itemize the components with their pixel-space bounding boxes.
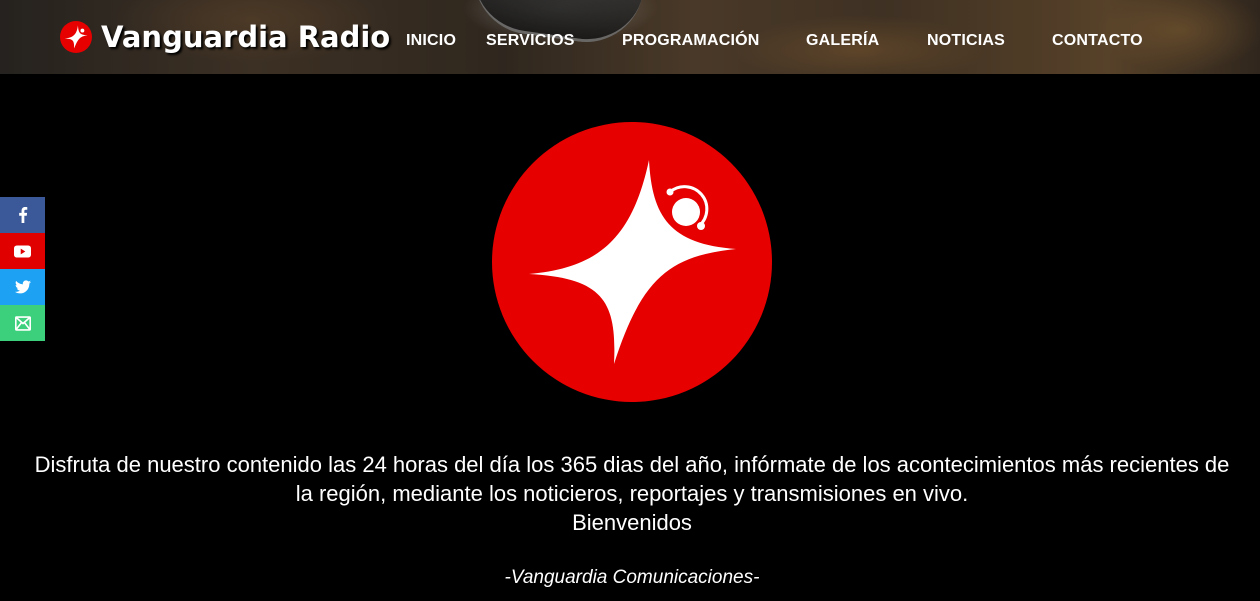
social-share-bar (0, 197, 45, 341)
nav-item-servicios[interactable]: SERVICIOS (486, 32, 575, 50)
nav-item-noticias[interactable]: NOTICIAS (927, 32, 1005, 50)
nav-item-contacto[interactable]: CONTACTO (1052, 32, 1143, 50)
brand[interactable]: Vanguardia Radio (60, 20, 390, 54)
youtube-icon (14, 244, 31, 258)
page: Vanguardia Radio INICIO SERVICIOS PROGRA… (0, 0, 1260, 601)
description-text: Disfruta de nuestro contenido las 24 hor… (34, 452, 1230, 506)
nav-item-programacion[interactable]: PROGRAMACIÓN (622, 32, 760, 50)
signature-text: -Vanguardia Comunicaciones- (504, 567, 760, 588)
twitter-icon (14, 280, 31, 294)
welcome-description: Disfruta de nuestro contenido las 24 hor… (30, 450, 1234, 537)
twitter-button[interactable] (0, 269, 45, 305)
email-button[interactable] (0, 305, 45, 341)
facebook-icon (18, 207, 27, 223)
welcome-text: Bienvenidos (572, 510, 692, 535)
brand-name: Vanguardia Radio (101, 20, 391, 54)
red-star-sparkle-icon (60, 21, 92, 53)
youtube-button[interactable] (0, 233, 45, 269)
vanguardia-logo-icon (492, 122, 772, 402)
nav-item-galeria[interactable]: GALERÍA (806, 32, 879, 50)
facebook-button[interactable] (0, 197, 45, 233)
nav-item-inicio[interactable]: INICIO (406, 32, 456, 50)
email-icon (14, 315, 31, 331)
